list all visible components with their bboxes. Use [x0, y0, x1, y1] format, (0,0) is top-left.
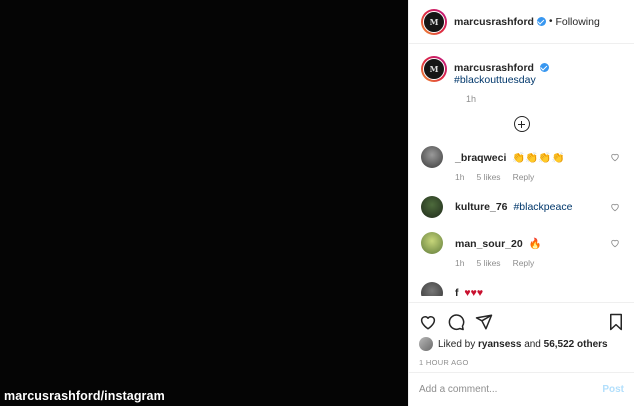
comment-username[interactable]: man_sour_20: [455, 238, 523, 250]
comment-time: 1h: [455, 258, 465, 268]
liked-by-and: and: [524, 338, 541, 350]
likes-summary: Liked by ryansess and 56,522 others: [419, 337, 624, 351]
liked-by-user[interactable]: ryansess: [478, 339, 521, 350]
comment-likes[interactable]: 5 likes: [476, 258, 500, 268]
comment-text: 👏👏👏👏: [512, 151, 565, 164]
comment-username[interactable]: f: [455, 287, 459, 296]
post-actions: Liked by ryansess and 56,522 others 1 HO…: [409, 302, 634, 367]
load-more-comments-icon[interactable]: [513, 116, 530, 132]
comments-list[interactable]: _braqweci 👏👏👏👏 1h 5 likes Reply kulture_…: [409, 146, 634, 296]
comment-item: _braqweci 👏👏👏👏 1h 5 likes Reply: [421, 146, 622, 182]
comment-like-heart-icon[interactable]: [610, 152, 620, 162]
comment-bubble-icon[interactable]: [447, 313, 465, 331]
comment-avatar[interactable]: [421, 146, 443, 168]
caption-avatar[interactable]: M: [421, 56, 447, 82]
post-comment-button[interactable]: Post: [602, 384, 624, 395]
caption-hashtag[interactable]: #blackouttuesday: [454, 74, 536, 86]
comment-username[interactable]: kulture_76: [455, 201, 508, 213]
caption-username[interactable]: marcusrashford: [454, 62, 534, 74]
comment-like-heart-icon[interactable]: [610, 238, 620, 248]
add-comment-bar: Post: [409, 372, 634, 406]
post-time: 1 HOUR AGO: [419, 358, 469, 367]
post-panel: M marcusrashford • Following M marcusras…: [408, 0, 634, 406]
liker-avatar[interactable]: [419, 337, 433, 351]
comment-reply-button[interactable]: Reply: [513, 258, 535, 268]
verified-badge-icon: [539, 63, 549, 72]
comment-item: man_sour_20 🔥 1h 5 likes Reply: [421, 232, 622, 268]
media-watermark: marcusrashford/instagram: [4, 389, 165, 403]
comment-reply-button[interactable]: Reply: [513, 172, 535, 182]
comment-time: 1h: [455, 172, 465, 182]
comment-like-heart-icon[interactable]: [610, 202, 620, 212]
add-comment-input[interactable]: [419, 384, 603, 395]
liked-by-prefix: Liked by: [438, 338, 476, 350]
comment-hashtag[interactable]: #blackpeace: [513, 201, 572, 213]
comment-item: f ♥♥♥: [421, 282, 622, 296]
header-username[interactable]: marcusrashford: [454, 16, 534, 28]
post-caption: M marcusrashford #blackouttuesday 1h: [409, 44, 634, 104]
avatar-logo-icon: M: [423, 58, 445, 80]
comment-avatar[interactable]: [421, 282, 443, 296]
share-paper-plane-icon[interactable]: [475, 313, 493, 331]
caption-time: 1h: [466, 94, 477, 104]
avatar-logo-icon: M: [423, 10, 445, 33]
post-header: M marcusrashford • Following: [409, 0, 634, 44]
comment-likes[interactable]: 5 likes: [476, 172, 500, 182]
comment-avatar[interactable]: [421, 196, 443, 218]
save-bookmark-icon[interactable]: [608, 313, 624, 331]
comment-text: ♥♥♥: [464, 287, 484, 296]
comment-avatar[interactable]: [421, 232, 443, 254]
post-media[interactable]: marcusrashford/instagram: [0, 0, 408, 406]
liked-by-others[interactable]: 56,522 others: [544, 339, 608, 350]
comment-username[interactable]: _braqweci: [455, 152, 506, 164]
header-avatar[interactable]: M: [421, 8, 447, 35]
comment-text: 🔥: [528, 237, 542, 250]
following-button[interactable]: Following: [555, 16, 599, 28]
like-heart-icon[interactable]: [419, 313, 437, 331]
header-separator: •: [548, 16, 553, 27]
verified-badge-icon: [536, 17, 546, 26]
comment-item: kulture_76 #blackpeace: [421, 196, 622, 218]
